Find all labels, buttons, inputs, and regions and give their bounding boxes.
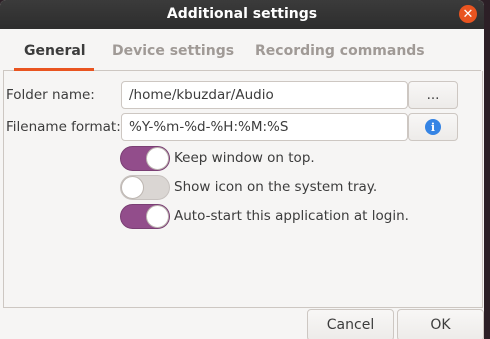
keep-on-top-switch[interactable]: [120, 146, 170, 171]
browse-button[interactable]: ...: [408, 81, 458, 109]
general-panel: Folder name: /home/kbuzdar/Audio ... Fil…: [3, 71, 483, 308]
tray-icon-switch[interactable]: [120, 175, 170, 200]
filename-format-label: Filename format:: [6, 119, 121, 135]
tab-recording-commands[interactable]: Recording commands: [255, 43, 425, 59]
info-icon: i: [425, 119, 441, 135]
dialog-title: Additional settings: [166, 6, 318, 22]
tray-icon-label: Show icon on the system tray.: [174, 179, 378, 195]
settings-dialog: Additional settings ✕ General Device set…: [0, 0, 484, 339]
title-bar[interactable]: Additional settings ✕: [0, 0, 484, 29]
switch-knob: [146, 147, 169, 170]
format-info-button[interactable]: i: [408, 113, 458, 141]
auto-start-label: Auto-start this application at login.: [174, 208, 409, 224]
cancel-button[interactable]: Cancel: [307, 309, 394, 339]
tab-general[interactable]: General: [24, 43, 86, 59]
folder-name-label: Folder name:: [6, 87, 95, 103]
folder-name-input[interactable]: /home/kbuzdar/Audio: [121, 81, 408, 109]
auto-start-switch[interactable]: [120, 204, 170, 229]
keep-on-top-label: Keep window on top.: [174, 150, 315, 166]
switch-knob: [146, 205, 169, 228]
tab-bar: General Device settings Recording comman…: [3, 30, 481, 71]
ok-button[interactable]: OK: [397, 309, 484, 339]
filename-format-input[interactable]: %Y-%m-%d-%H:%M:%S: [121, 113, 408, 141]
close-icon: ✕: [462, 6, 474, 22]
tab-device-settings[interactable]: Device settings: [112, 43, 234, 59]
close-button[interactable]: ✕: [459, 5, 477, 23]
switch-knob: [121, 176, 144, 199]
